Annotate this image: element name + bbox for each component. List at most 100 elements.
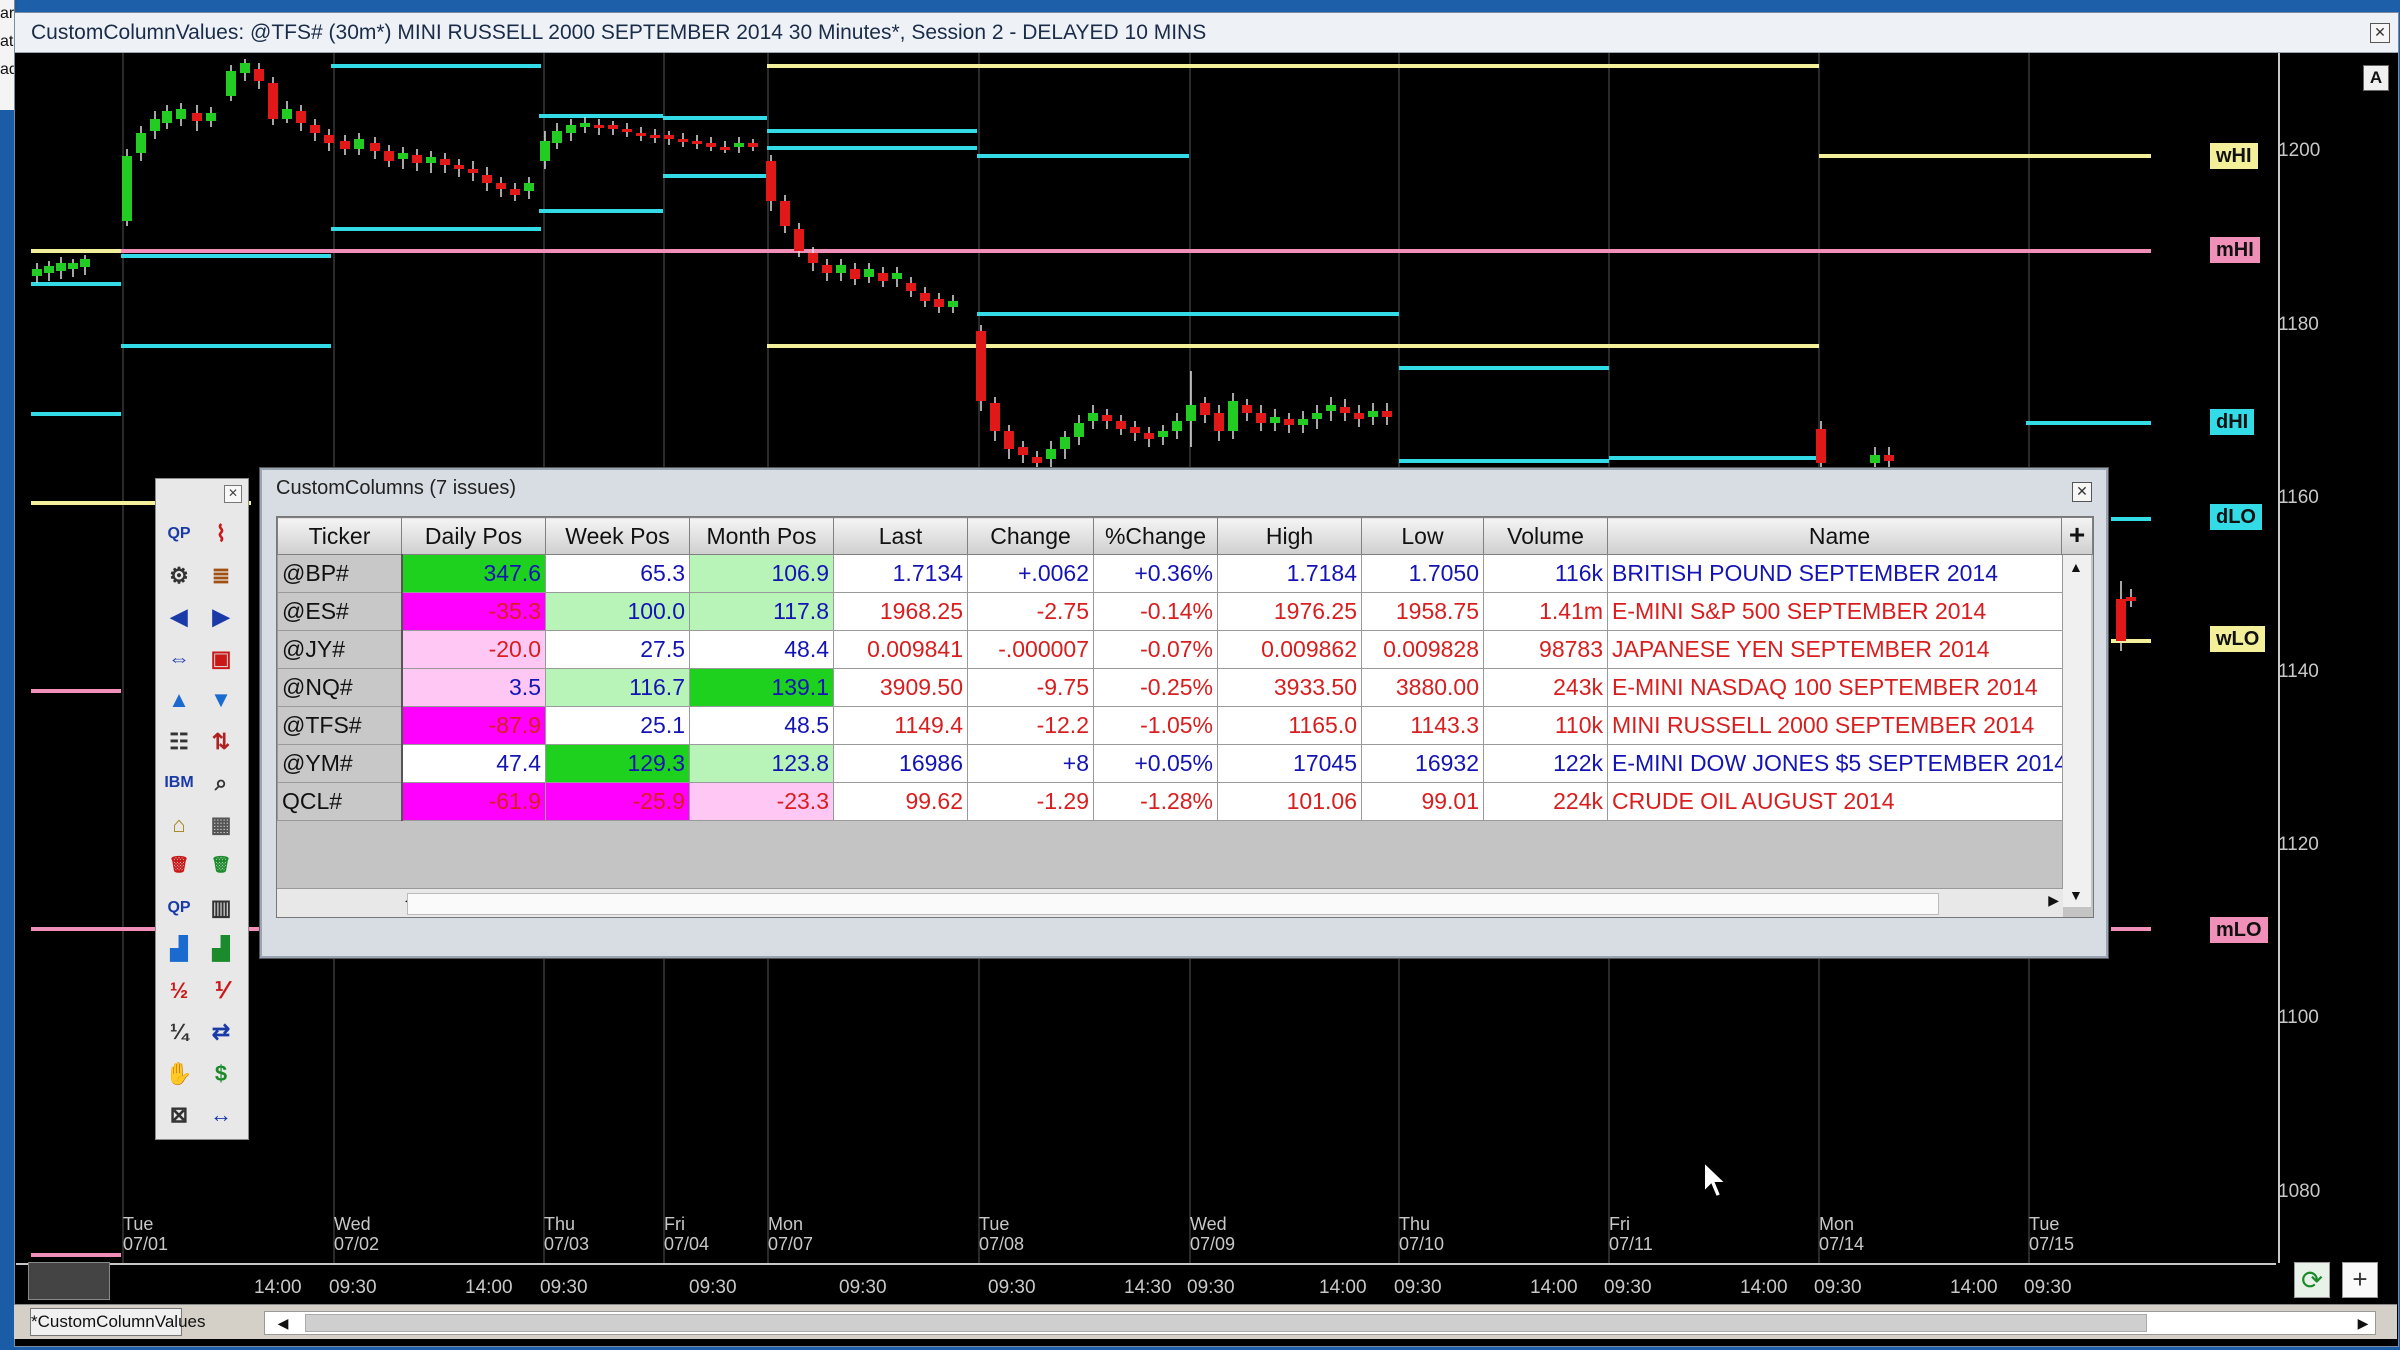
columns-icon[interactable]: ▥ [204, 891, 238, 925]
candle-down [324, 135, 334, 143]
quote-row[interactable]: @YM# 47.4 129.3 123.8 16986 +8 +0.05% 17045 1693… [277, 744, 2073, 783]
right-arrow-icon[interactable]: ▶ [204, 600, 238, 634]
candle-down [692, 141, 702, 144]
toolbox-panel: ✕ QP ⌇ ⚙ ≣ ◀ ▶ ⇔ ▣ ▲ ▼ ☷ ⇅ IBM ⌕ ⌂ ▦ 🗑 🗑 QP ▥ ▟ ▟ ½ ⅟ ¼ ⇄ ✋ $ ⊠ ↔ [155, 478, 249, 1140]
left-arrow-icon[interactable]: ◀ [162, 600, 196, 634]
bookmark-icon[interactable]: ⌂ [162, 808, 196, 842]
window-icon[interactable]: ▣ [204, 642, 238, 676]
trash-green-icon[interactable]: 🗑 [204, 849, 238, 883]
time-label: 09:30 [329, 1277, 377, 1298]
date-label: Tue 07/08 [979, 1214, 1025, 1254]
quote-row[interactable]: @NQ# 3.5 116.7 139.1 3909.50 -9.75 -0.25% 3933.… [277, 668, 2073, 707]
column-header-week-pos[interactable]: Week Pos [545, 517, 690, 555]
high-cell: 1.7184 [1217, 554, 1362, 593]
quote-link-icon[interactable]: QP [162, 891, 196, 925]
change-cell: -1.29 [967, 782, 1094, 821]
level-tag-mlo: mLO [2210, 917, 2268, 943]
candle-up [1074, 423, 1084, 437]
candle-up [836, 265, 846, 273]
column-header-last[interactable]: Last [833, 517, 968, 555]
scroll-right-icon[interactable]: ▶ [2353, 1313, 2373, 1333]
low-cell: 0.009828 [1361, 630, 1484, 669]
link-icon[interactable]: ⇄ [204, 1015, 238, 1049]
refresh-icon[interactable]: ⟳ [2294, 1262, 2330, 1298]
fraction-e-icon[interactable]: ½ [162, 974, 196, 1008]
time-label: 09:30 [1814, 1277, 1862, 1298]
grid-vertical-scrollbar[interactable]: ▲ ▼ [2062, 555, 2091, 907]
scroll-up-icon[interactable]: ▲ [2069, 559, 2083, 575]
column-header-pct-change[interactable]: %Change [1093, 517, 1218, 555]
scroll-thumb[interactable] [407, 893, 1939, 915]
gear-icon[interactable]: ⚙ [162, 559, 196, 593]
trash-icon[interactable]: 🗑 [162, 849, 196, 883]
quote-grid[interactable]: Ticker Daily Pos Week Pos Month Pos Last… [276, 516, 2094, 918]
bar-chart-icon[interactable]: ▟ [162, 932, 196, 966]
up-arrow-icon[interactable]: ▲ [162, 683, 196, 717]
chart-horizontal-scrollbar[interactable]: ◀ ▶ [264, 1311, 2376, 1335]
ibm-icon[interactable]: IBM [162, 766, 196, 800]
candle-down [748, 143, 758, 147]
expand-icon[interactable]: ⇔ [162, 642, 196, 676]
price-axis-label: 1200 [2278, 140, 2321, 161]
close-box-icon[interactable]: ⊠ [162, 1098, 196, 1132]
add-chart-button[interactable]: + [2342, 1262, 2378, 1298]
resize-icon[interactable]: ↔ [204, 1098, 238, 1132]
ticker-cell: @JY# [277, 630, 403, 669]
down-arrow-icon[interactable]: ▼ [204, 683, 238, 717]
candle-up [1158, 431, 1168, 437]
chart-tab[interactable]: *CustomColumnValues [30, 1308, 205, 1336]
sort-icon[interactable]: ⇅ [204, 725, 238, 759]
volume-cell: 110k [1483, 706, 1608, 745]
candle-up [44, 266, 54, 273]
fraction-s-icon[interactable]: ⅟ [204, 974, 238, 1008]
candle-up [162, 111, 172, 123]
column-header-change[interactable]: Change [967, 517, 1094, 555]
money-icon[interactable]: $ [204, 1057, 238, 1091]
column-header-volume[interactable]: Volume [1483, 517, 1608, 555]
last-cell: 99.62 [833, 782, 968, 821]
column-header-name[interactable]: Name [1606, 517, 2073, 555]
decimal-icon[interactable]: ¼ [162, 1015, 196, 1049]
scroll-right-icon[interactable]: ▶ [2048, 892, 2059, 909]
candle-down [440, 159, 450, 165]
candle-down [650, 135, 660, 138]
chart-scroll-box[interactable] [28, 1262, 110, 1300]
quote-row[interactable]: QCL# -61.9 -25.9 -23.3 99.62 -1.29 -1.28% 101.0… [277, 782, 2073, 821]
grid-icon[interactable]: ▦ [204, 808, 238, 842]
week-pos-cell: 129.3 [545, 744, 690, 783]
bar-chart2-icon[interactable]: ▟ [204, 932, 238, 966]
grid-horizontal-scrollbar[interactable]: ◀ ▶ [277, 888, 2063, 917]
background-window-stub[interactable]: ar at ad [0, 0, 15, 110]
last-cell: 3909.50 [833, 668, 968, 707]
quote-row[interactable]: @JY# -20.0 27.5 48.4 0.009841 -.000007 -0.07% 0… [277, 630, 2073, 669]
scroll-down-icon[interactable]: ▼ [2069, 887, 2083, 903]
column-header-low[interactable]: Low [1361, 517, 1484, 555]
candle-up [122, 156, 132, 221]
quote-row[interactable]: @TFS# -87.9 25.1 48.5 1149.4 -12.2 -1.05% 1165.… [277, 706, 2073, 745]
autoscale-button[interactable]: A [2363, 65, 2389, 91]
scroll-left-icon[interactable]: ◀ [273, 1313, 293, 1333]
week-pos-cell: 25.1 [545, 706, 690, 745]
quote-row[interactable]: @ES# -35.3 100.0 117.8 1968.25 -2.75 -0.14% 197… [277, 592, 2073, 631]
close-icon[interactable]: ✕ [224, 485, 242, 503]
window-title-bar[interactable]: CustomColumnValues: @TFS# (30m*) MINI RU… [15, 13, 2398, 53]
close-icon[interactable]: ✕ [2072, 482, 2092, 502]
hand-icon[interactable]: ✋ [162, 1057, 196, 1091]
quote-page-icon[interactable]: QP [162, 517, 196, 551]
layers-icon[interactable]: ≣ [204, 559, 238, 593]
custom-columns-window[interactable]: CustomColumns (7 issues) ✕ Ticker Daily … [260, 468, 2108, 958]
candle-up [1088, 413, 1098, 421]
chart-icon[interactable]: ⌇ [204, 517, 238, 551]
list-icon[interactable]: ☷ [162, 725, 196, 759]
search-icon[interactable]: ⌕ [204, 766, 238, 800]
column-header-daily-pos[interactable]: Daily Pos [401, 517, 546, 555]
candle-down [1018, 447, 1028, 455]
quote-row[interactable]: @BP# 347.6 65.3 106.9 1.7134 +.0062 +0.36% 1.71… [277, 554, 2073, 593]
column-header-month-pos[interactable]: Month Pos [689, 517, 834, 555]
add-column-button[interactable]: + [2061, 517, 2093, 555]
column-header-ticker[interactable]: Ticker [277, 517, 402, 555]
time-label: 09:30 [988, 1277, 1036, 1298]
scroll-thumb[interactable] [305, 1314, 2147, 1332]
close-icon[interactable]: ✕ [2370, 23, 2390, 43]
column-header-high[interactable]: High [1217, 517, 1362, 555]
